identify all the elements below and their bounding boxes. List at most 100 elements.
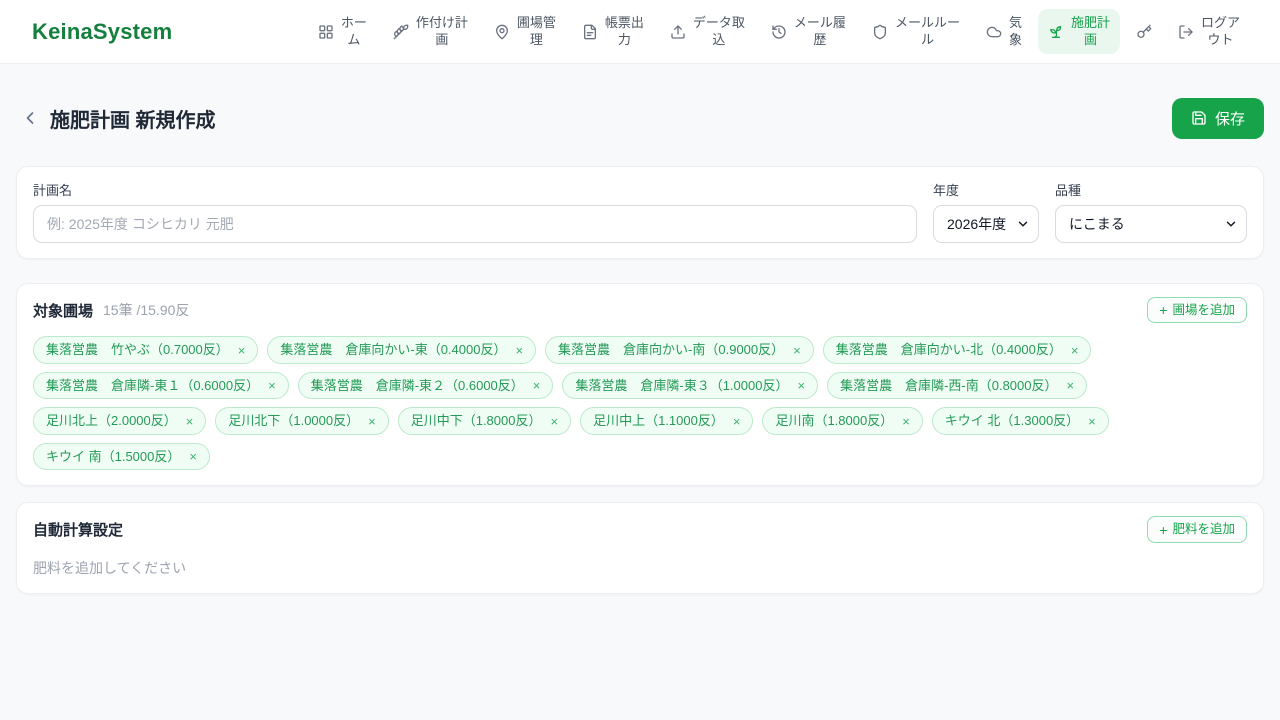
field-chip-list: 集落営農 竹やぶ（0.7000反） × 集落営農 倉庫向かい-東（0.4000反… [33,336,1247,471]
nav-item-field-management[interactable]: 圃場管 理 [484,9,566,55]
target-fields-card: 対象圃場 15筆 /15.90反 + 圃場を追加 集落営農 竹やぶ（0.7000… [16,283,1264,487]
nav-item-weather[interactable]: 気 象 [976,9,1032,55]
plan-name-label: 計画名 [33,183,73,198]
page-title: 施肥計画 新規作成 [50,109,216,132]
field-chip-label: 足川北下（1.0000反） [228,413,360,429]
chip-remove-button[interactable]: × [550,415,558,428]
nav-item-label: ログア ウト [1200,14,1240,47]
field-chip: 集落営農 倉庫隣-東１（0.6000反） × [33,371,289,400]
nav-item-label: 圃場管 理 [516,14,556,47]
field-chip: 足川北下（1.0000反） × [215,407,389,435]
wheat-icon [393,24,409,40]
field-chip-label: 集落営農 倉庫向かい-南（0.9000反） [558,342,785,358]
nav-item-data-import[interactable]: データ取 込 [660,9,755,55]
chip-remove-button[interactable]: × [793,344,801,357]
nav-item-label: メールルー ル [894,14,960,47]
chip-remove-button[interactable]: × [186,415,194,428]
nav-item-label: ホー ム [340,14,367,47]
field-chip-label: キウイ 北（1.3000反） [944,413,1080,429]
chip-remove-button[interactable]: × [733,415,741,428]
add-fertilizer-button[interactable]: + 肥料を追加 [1147,516,1247,543]
nav-item-mail-rules[interactable]: メールルー ル [862,9,970,55]
chip-remove-button[interactable]: × [533,379,541,392]
chip-remove-button[interactable]: × [1066,379,1074,392]
plus-icon: + [1159,521,1168,538]
plan-info-card: 計画名 年度 2026年度 品種 にこまる [16,166,1264,259]
nav-item-label: メール履 歴 [793,14,846,47]
field-chip-label: 集落営農 倉庫向かい-東（0.4000反） [280,342,507,358]
brand-logo[interactable]: KeinaSystem [32,19,172,45]
key-icon [1136,24,1152,40]
field-chip-label: 集落営農 倉庫隣-西-南（0.8000反） [840,377,1058,393]
chip-remove-button[interactable]: × [1088,415,1096,428]
back-button[interactable] [16,104,44,132]
field-chip: 足川中上（1.1000反） × [580,407,754,435]
sprout-icon [1048,24,1064,40]
save-icon [1191,110,1207,126]
plan-name-input[interactable] [33,205,917,243]
target-fields-summary: 15筆 /15.90反 [103,302,190,319]
upload-icon [670,24,686,40]
nav-item-label: データ取 込 [692,14,745,47]
field-chip-label: キウイ 南（1.5000反） [46,448,181,464]
nav-items: ホー ム 作付け計 画 圃場管 理 帳票出 力 データ取 込 メール履 歴 メー… [308,8,1250,55]
nav-item-label: 作付け計 画 [415,14,468,47]
nav-item-home[interactable]: ホー ム [308,9,377,55]
nav-item-key[interactable] [1126,18,1162,46]
field-chip: 集落営農 倉庫隣-東２（0.6000反） × [297,371,554,400]
page-header: 施肥計画 新規作成 保存 [16,97,1264,139]
plan-name-field: 計画名 [33,180,917,243]
variety-field: 品種 にこまる [1055,180,1247,243]
nav-item-fertilization-plan[interactable]: 施肥計 画 [1037,8,1120,55]
chip-remove-button[interactable]: × [797,379,805,392]
chip-remove-button[interactable]: × [268,379,276,392]
field-chip: 集落営農 倉庫隣-西-南（0.8000反） × [827,371,1088,400]
nav-item-planting-plan[interactable]: 作付け計 画 [383,9,478,55]
nav-item-logout[interactable]: ログア ウト [1168,9,1250,55]
history-icon [771,24,787,40]
field-chip: 集落営農 倉庫向かい-東（0.4000反） × [267,336,537,364]
field-chip-label: 集落営農 倉庫向かい-北（0.4000反） [835,342,1062,358]
field-chip: 足川南（1.8000反） × [762,407,923,435]
chip-remove-button[interactable]: × [1071,344,1079,357]
field-chip: キウイ 南（1.5000反） × [33,442,210,471]
map-pin-icon [494,24,510,40]
field-chip-label: 集落営農 倉庫隣-東２（0.6000反） [310,377,524,393]
nav-item-report-output[interactable]: 帳票出 力 [572,9,654,55]
year-select[interactable]: 2026年度 [933,205,1039,243]
grid-icon [318,24,334,40]
chip-remove-button[interactable]: × [189,450,197,463]
field-chip: 足川北上（2.0000反） × [33,407,207,435]
nav-item-mail-history[interactable]: メール履 歴 [761,9,856,55]
year-field: 年度 2026年度 [933,180,1039,243]
chip-remove-button[interactable]: × [515,344,523,357]
field-chip: 足川中下（1.8000反） × [397,407,572,435]
chip-remove-button[interactable]: × [368,415,376,428]
top-nav: KeinaSystem ホー ム 作付け計 画 圃場管 理 帳票出 力 データ取… [0,0,1280,64]
variety-label: 品種 [1055,183,1082,198]
add-fertilizer-button-label: 肥料を追加 [1172,522,1235,537]
cloud-icon [986,24,1002,40]
year-label: 年度 [933,183,960,198]
auto-calc-title: 自動計算設定 [33,522,124,540]
save-button-label: 保存 [1214,110,1245,128]
field-chip: 集落営農 倉庫向かい-南（0.9000反） × [545,336,814,364]
auto-calc-card: 自動計算設定 + 肥料を追加 肥料を追加してください [16,502,1264,594]
save-button[interactable]: 保存 [1171,97,1264,139]
shield-icon [872,24,888,40]
field-chip-label: 足川中下（1.8000反） [410,413,542,429]
fertilizer-empty-message: 肥料を追加してください [33,559,187,576]
field-chip-label: 集落営農 竹やぶ（0.7000反） [46,342,229,358]
add-field-button[interactable]: + 圃場を追加 [1147,297,1247,324]
nav-item-label: 施肥計 画 [1070,14,1110,47]
target-fields-title: 対象圃場 [33,302,94,320]
field-chip: 集落営農 倉庫向かい-北（0.4000反） × [822,336,1092,364]
field-chip-label: 足川中上（1.1000反） [593,413,724,429]
nav-item-label: 気 象 [1008,14,1022,47]
field-chip-label: 足川南（1.8000反） [775,413,894,429]
chip-remove-button[interactable]: × [238,344,246,357]
chip-remove-button[interactable]: × [902,415,910,428]
variety-select[interactable]: にこまる [1055,205,1247,243]
document-icon [582,24,598,40]
plus-icon: + [1159,302,1168,319]
